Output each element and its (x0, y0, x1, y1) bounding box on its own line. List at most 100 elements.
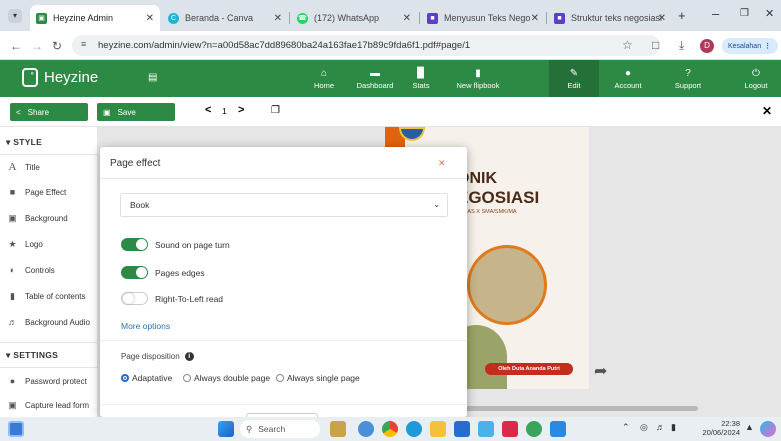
app-logo[interactable]: ْ Heyzine (22, 68, 98, 87)
error-badge[interactable]: Kesalahan ⋮ (722, 38, 778, 54)
widgets-icon[interactable] (8, 421, 24, 437)
close-tab-icon[interactable]: ✕ (658, 13, 666, 24)
clock[interactable]: 22:38 20/06/2024 (700, 419, 740, 437)
sidebar-item-capture-lead-form[interactable]: ▣ Capture lead form (7, 400, 97, 411)
radio-always-single[interactable]: Always single page (276, 373, 360, 383)
radio-always-double[interactable]: Always double page (183, 373, 270, 383)
app-icon-4[interactable] (526, 421, 542, 437)
share-button[interactable]: < Share (10, 103, 88, 121)
chrome-icon[interactable] (382, 421, 398, 437)
sidebar-item-title[interactable]: A Title (7, 161, 97, 173)
info-icon[interactable]: i (184, 352, 194, 361)
radio-adaptative[interactable]: Adaptative (121, 373, 172, 383)
file-explorer-icon[interactable] (430, 421, 446, 437)
close-tab-icon[interactable]: ✕ (274, 13, 282, 24)
sidebar-item-label: Table of contents (25, 292, 86, 301)
tab-struktur[interactable]: ■ Struktur teks negosiasi ✕ (548, 5, 672, 31)
reload-icon[interactable]: ↻ (52, 39, 62, 53)
volume-icon[interactable]: ♬ (656, 422, 665, 432)
tab-list-icon[interactable]: ▾ (8, 9, 22, 23)
store-icon[interactable] (454, 421, 470, 437)
page-number[interactable]: 1 (222, 106, 227, 116)
nav-dashboard[interactable]: ▬ Dashboard (350, 60, 400, 97)
app-icon-3[interactable] (502, 421, 518, 437)
account-icon: ● (624, 67, 632, 79)
stats-icon: ▉ (417, 67, 425, 79)
save-button[interactable]: ▣ Save (97, 103, 175, 121)
close-tab-icon[interactable]: ✕ (146, 13, 154, 24)
profile-avatar[interactable]: D (700, 39, 714, 53)
bookmark-star-icon[interactable]: ☆ (622, 38, 633, 52)
windows-taskbar: ⚲ Search ⌃ ◎ ♬ ▮ 22:38 20/06/2024 ▲ (0, 417, 781, 441)
edge-icon[interactable] (406, 421, 422, 437)
pages-edges-toggle[interactable] (121, 266, 148, 279)
start-icon[interactable] (218, 421, 234, 437)
wifi-icon[interactable]: ◎ (640, 422, 648, 433)
clock-time: 22:38 (721, 419, 740, 428)
canvas-scrollbar[interactable] (428, 406, 698, 411)
sidebar-item-page-effect[interactable]: ■ Page Effect (7, 187, 97, 197)
nav-logout[interactable]: ⏻ Logout (731, 60, 781, 97)
share-icon: < (16, 107, 21, 117)
close-window-icon[interactable]: ✕ (765, 7, 774, 20)
forward-icon[interactable]: → (31, 39, 43, 53)
effect-select[interactable]: Book ⌄ (120, 193, 448, 217)
site-info-icon[interactable]: ≡ (81, 39, 86, 49)
tray-arrow-icon[interactable]: ⌃ (622, 422, 630, 433)
close-dialog-icon[interactable]: ✕ (438, 158, 446, 169)
nav-label: Dashboard (356, 80, 394, 90)
extensions-icon[interactable]: □ (652, 38, 659, 52)
share-arrow-icon[interactable]: ➦ (594, 361, 607, 381)
nav-edit[interactable]: ✎ Edit (549, 60, 599, 97)
download-icon[interactable]: ⤓ (679, 38, 684, 53)
teams-icon[interactable] (358, 421, 374, 437)
photos-icon[interactable] (550, 421, 566, 437)
sidebar-item-background[interactable]: ▣ Background (7, 213, 97, 224)
tab-whatsapp[interactable]: ☎ (172) WhatsApp ✕ (291, 5, 417, 31)
url-field[interactable]: ≡ heyzine.com/admin/view?n=a00d58ac7dd89… (72, 35, 660, 56)
app-icon-1[interactable] (330, 421, 346, 437)
nav-stats[interactable]: ▉ Stats (396, 60, 446, 97)
tab-canva[interactable]: C Beranda - Canva ✕ (162, 5, 288, 31)
new-tab-icon[interactable]: + (678, 8, 686, 23)
menu-icon[interactable]: ▤ (148, 72, 157, 83)
copilot-icon[interactable] (760, 421, 776, 437)
prev-page-icon[interactable]: < (205, 104, 211, 116)
sidebar-item-password-protect[interactable]: ● Password protect (7, 376, 97, 386)
tab-title: (172) WhatsApp (314, 13, 380, 23)
save-icon: ▣ (103, 107, 111, 117)
rtl-toggle[interactable] (121, 292, 148, 305)
more-icon[interactable]: ⋮ (764, 42, 771, 50)
sound-toggle[interactable] (121, 238, 148, 251)
sidebar-item-logo[interactable]: ★ Logo (7, 239, 97, 250)
rtl-toggle-label: Right-To-Left read (155, 294, 224, 304)
battery-icon[interactable]: ▮ (671, 422, 676, 433)
sidebar-item-controls[interactable]: ◐ Controls (7, 265, 97, 275)
back-icon[interactable]: ← (10, 39, 22, 53)
nav-new-flipbook[interactable]: ▮ New flipbook (448, 60, 508, 97)
close-tab-icon[interactable]: ✕ (531, 13, 539, 24)
close-tab-icon[interactable]: ✕ (403, 13, 411, 24)
style-section-header[interactable]: ▾ STYLE (6, 137, 42, 148)
settings-section-header[interactable]: ▾ SETTINGS (6, 350, 58, 361)
sidebar-item-table-of-contents[interactable]: ▮ Table of contents (7, 291, 97, 302)
nav-account[interactable]: ● Account (603, 60, 653, 97)
nav-label: Account (614, 80, 642, 90)
app-icon-2[interactable] (478, 421, 494, 437)
minimize-icon[interactable]: – (712, 6, 719, 21)
audio-icon: ♬ (8, 317, 17, 327)
copy-icon[interactable]: ❐ (271, 105, 280, 116)
sidebar-item-background-audio[interactable]: ♬ Background Audio (7, 317, 97, 327)
taskbar-search[interactable]: ⚲ Search (240, 420, 320, 438)
nav-support[interactable]: ? Support (663, 60, 713, 97)
page-effect-icon: ■ (9, 187, 16, 197)
tab-menyusun[interactable]: ■ Menyusun Teks Negosias ✕ (421, 5, 545, 31)
nav-home[interactable]: ⌂ Home (299, 60, 349, 97)
radio-label: Always single page (287, 373, 360, 383)
next-page-icon[interactable]: > (238, 104, 244, 116)
restore-icon[interactable]: ❐ (740, 8, 749, 19)
close-editor-icon[interactable]: ✕ (762, 104, 772, 118)
tab-heyzine[interactable]: ▣ Heyzine Admin ✕ (30, 5, 160, 31)
notification-icon[interactable]: ▲ (745, 422, 754, 432)
more-options-link[interactable]: More options (121, 321, 170, 331)
